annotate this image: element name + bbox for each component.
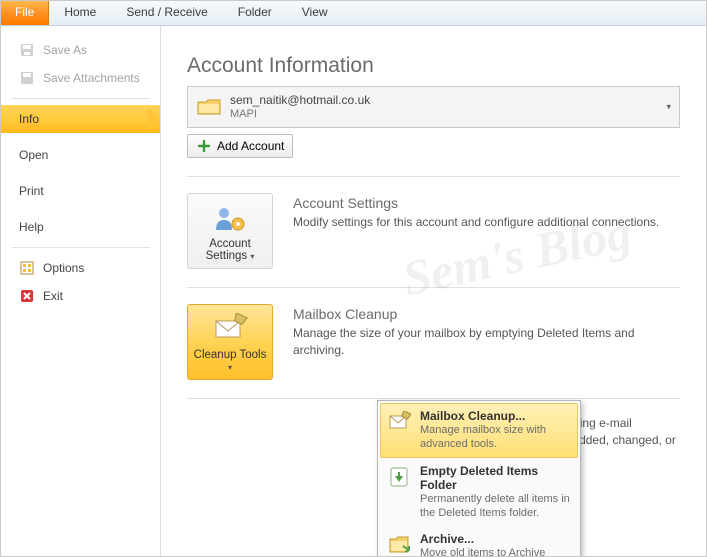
section-account-settings: Account Settings ▾ Account Settings Modi…: [187, 193, 680, 269]
account-selector[interactable]: sem_naitik@hotmail.co.uk MAPI ▾: [187, 86, 680, 128]
content-area: Sem's Blog Account Information sem_naiti…: [161, 26, 706, 556]
sidebar-print[interactable]: Print: [1, 177, 160, 205]
cleanup-tools-menu: Mailbox Cleanup... Manage mailbox size w…: [377, 400, 581, 556]
sidebar-options[interactable]: Options: [1, 254, 160, 282]
divider: [187, 398, 680, 399]
sidebar-item-label: Exit: [43, 289, 63, 303]
sidebar-save-attachments: Save Attachments: [1, 64, 160, 92]
archive-icon: [386, 532, 412, 556]
backstage-sidebar: Save As Save Attachments Info Open Print…: [1, 26, 161, 556]
page-title: Account Information: [187, 54, 680, 78]
section-heading: Mailbox Cleanup: [293, 306, 680, 322]
menu-item-title: Empty Deleted Items Folder: [420, 464, 572, 492]
sidebar-item-label: Save As: [43, 43, 87, 57]
ribbon: File Home Send / Receive Folder View: [1, 1, 706, 26]
cleanup-icon: [210, 313, 250, 345]
divider: [11, 98, 150, 99]
menu-item-desc: Permanently delete all items in the Dele…: [420, 492, 572, 521]
cleanup-tools-button[interactable]: Cleanup Tools ▾: [187, 304, 273, 380]
settings-icon: [210, 202, 250, 234]
sidebar-save-as: Save As: [1, 36, 160, 64]
folder-icon: [196, 96, 222, 118]
options-icon: [19, 260, 35, 276]
add-account-button[interactable]: Add Account: [187, 134, 293, 158]
button-label: Account Settings ▾: [192, 238, 268, 262]
exit-icon: [19, 288, 35, 304]
menu-item-desc: Move old items to Archive Folders in the…: [420, 546, 572, 556]
menu-item-title: Archive...: [420, 532, 572, 546]
section-mailbox-cleanup: Cleanup Tools ▾ Mailbox Cleanup Manage t…: [187, 304, 680, 380]
tab-view[interactable]: View: [287, 1, 343, 25]
menu-item-mailbox-cleanup[interactable]: Mailbox Cleanup... Manage mailbox size w…: [380, 403, 578, 458]
sidebar-info[interactable]: Info: [1, 105, 160, 133]
button-label: Cleanup Tools ▾: [192, 349, 268, 373]
section-description: Manage the size of your mailbox by empty…: [293, 325, 680, 360]
divider: [11, 247, 150, 248]
section-description: Modify settings for this account and con…: [293, 214, 680, 231]
menu-item-archive[interactable]: Archive... Move old items to Archive Fol…: [380, 526, 578, 556]
tab-send-receive[interactable]: Send / Receive: [111, 1, 222, 25]
sidebar-item-label: Info: [19, 112, 39, 126]
sidebar-item-label: Save Attachments: [43, 71, 140, 85]
account-email: sem_naitik@hotmail.co.uk: [230, 93, 370, 108]
sidebar-item-label: Options: [43, 261, 84, 275]
menu-item-title: Mailbox Cleanup...: [420, 409, 572, 423]
sidebar-open[interactable]: Open: [1, 141, 160, 169]
divider: [187, 176, 680, 177]
sidebar-help[interactable]: Help: [1, 213, 160, 241]
button-label: Add Account: [217, 139, 284, 153]
tab-home[interactable]: Home: [49, 1, 111, 25]
attachment-icon: [19, 70, 35, 86]
divider: [187, 287, 680, 288]
tab-file[interactable]: File: [1, 1, 49, 25]
sidebar-item-label: Print: [19, 184, 44, 198]
section-heading: Account Settings: [293, 195, 680, 211]
account-settings-button[interactable]: Account Settings ▾: [187, 193, 273, 269]
chevron-down-icon: ▾: [666, 102, 671, 113]
sidebar-item-label: Help: [19, 220, 44, 234]
tab-folder[interactable]: Folder: [223, 1, 287, 25]
account-type: MAPI: [230, 108, 370, 122]
mailbox-cleanup-icon: [386, 409, 412, 435]
plus-icon: [196, 138, 212, 154]
save-icon: [19, 42, 35, 58]
menu-item-desc: Manage mailbox size with advanced tools.: [420, 423, 572, 452]
recycle-icon: [386, 464, 412, 490]
sidebar-exit[interactable]: Exit: [1, 282, 160, 310]
sidebar-item-label: Open: [19, 148, 48, 162]
menu-item-empty-deleted[interactable]: Empty Deleted Items Folder Permanently d…: [380, 458, 578, 527]
